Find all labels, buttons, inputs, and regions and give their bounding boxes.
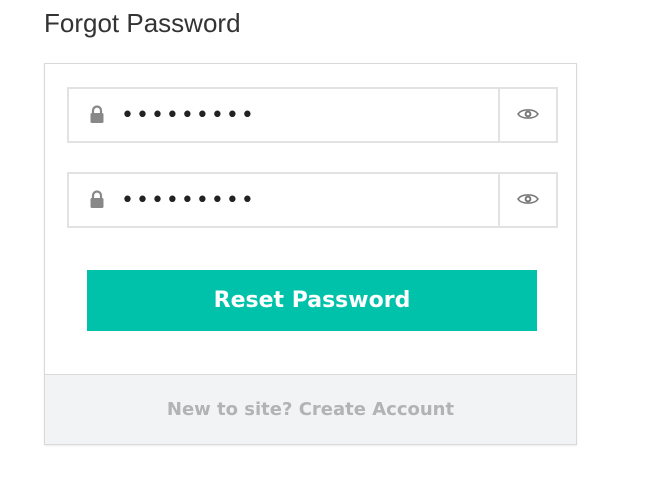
confirm-password-input[interactable] xyxy=(121,182,481,218)
toggle-confirm-password-visibility-button[interactable] xyxy=(500,172,558,228)
confirm-password-input-wrapper xyxy=(67,172,500,228)
card-footer: New to site? Create Account xyxy=(45,374,576,444)
lock-icon xyxy=(89,105,105,125)
create-account-link[interactable]: New to site? Create Account xyxy=(167,399,454,420)
eye-icon xyxy=(517,107,539,124)
confirm-password-field-group xyxy=(67,172,558,228)
password-input[interactable] xyxy=(121,97,481,133)
forgot-password-page: Forgot Password ••••••••• ••••••••• Rese… xyxy=(0,0,664,484)
reset-password-card: Reset Password New to site? Create Accou… xyxy=(44,63,577,445)
lock-icon xyxy=(89,190,105,210)
eye-icon xyxy=(517,192,539,209)
page-title: Forgot Password xyxy=(44,8,241,38)
toggle-password-visibility-button[interactable] xyxy=(500,87,558,143)
password-input-wrapper xyxy=(67,87,500,143)
reset-password-button[interactable]: Reset Password xyxy=(87,270,537,331)
password-field-group xyxy=(67,87,558,143)
